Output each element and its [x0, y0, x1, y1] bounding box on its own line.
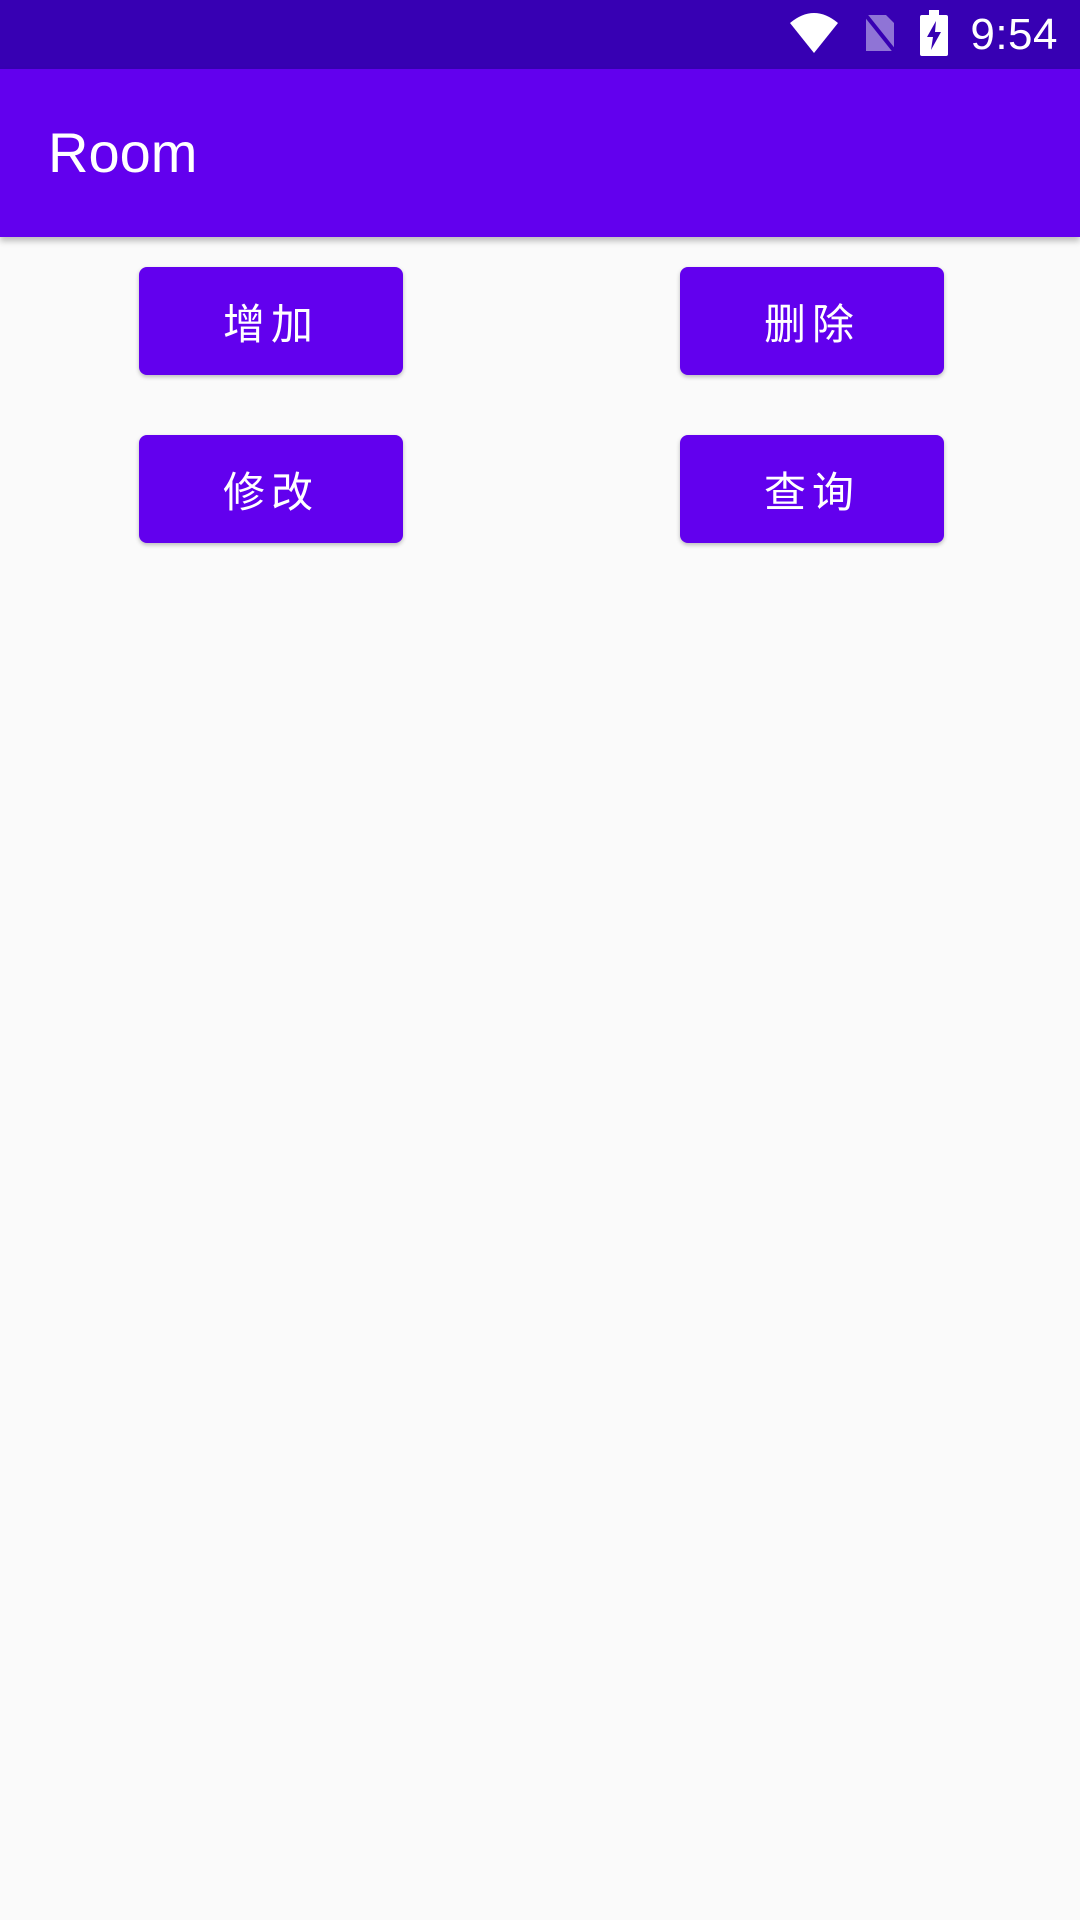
no-sim-icon	[862, 11, 898, 59]
status-time: 9:54	[970, 10, 1058, 59]
app-bar: Room	[0, 69, 1080, 237]
status-icons: 9:54	[788, 0, 1058, 69]
app-title: Room	[48, 121, 198, 184]
wifi-icon	[788, 11, 840, 59]
delete-button[interactable]: 删除	[680, 267, 944, 375]
add-button[interactable]: 增加	[139, 267, 403, 375]
status-bar: 9:54	[0, 0, 1080, 69]
battery-charging-icon	[920, 9, 949, 60]
update-button[interactable]: 修改	[139, 435, 403, 543]
query-button[interactable]: 查询	[680, 435, 944, 543]
